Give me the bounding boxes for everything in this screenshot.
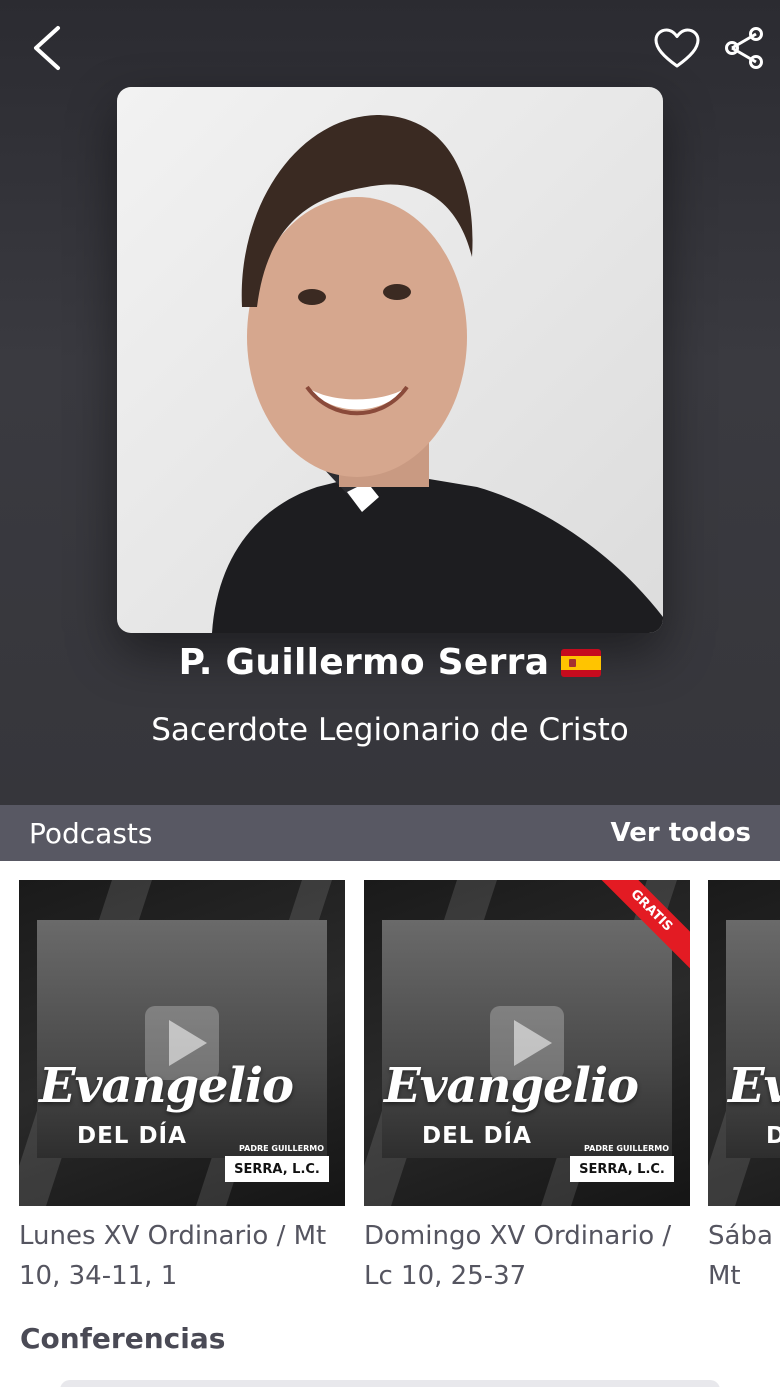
profile-name: P. Guillermo Serra [178, 642, 550, 683]
podcasts-section-title: Podcasts [29, 816, 153, 850]
podcasts-section-header: Podcasts Ver todos [0, 805, 780, 861]
chevron-left-icon [34, 26, 60, 70]
share-icon [725, 27, 763, 69]
podcast-title: Lunes XV Ordinario / Mt 10, 34-11, 1 [19, 1221, 327, 1291]
spain-flag-icon [561, 648, 602, 677]
cover-title: Evangelio [728, 1058, 780, 1114]
podcast-card[interactable]: Evangelio DEL DÍA PADRE GUILLERMO SERRA,… [364, 880, 690, 1296]
podcast-title: Domingo XV Ordinario / Lc 10, 25-37 [364, 1221, 672, 1291]
see-all-podcasts-link[interactable]: Ver todos [611, 818, 751, 848]
podcast-cover-image: Evangelio DEL DÍA [708, 880, 780, 1206]
back-button[interactable] [18, 18, 74, 78]
conference-card-peek[interactable] [60, 1380, 720, 1387]
favorite-button[interactable] [648, 20, 706, 76]
cover-padre-label: PADRE GUILLERMO [584, 1144, 669, 1153]
cover-serra-label: SERRA, L.C. [225, 1156, 329, 1182]
conferences-section-title: Conferencias [20, 1322, 226, 1355]
profile-name-row: P. Guillermo Serra [0, 642, 780, 683]
cover-padre-label: PADRE GUILLERMO [239, 1144, 324, 1153]
share-button[interactable] [716, 18, 772, 78]
cover-title: Evangelio [39, 1058, 294, 1114]
heart-outline-icon [654, 28, 700, 68]
profile-hero: P. Guillermo Serra Sacerdote Legionario … [0, 0, 780, 805]
podcast-cover-image: Evangelio DEL DÍA PADRE GUILLERMO SERRA,… [19, 880, 345, 1206]
podcast-card[interactable]: Evangelio DEL DÍA PADRE GUILLERMO SERRA,… [19, 880, 345, 1296]
cover-subtitle: DEL DÍA [766, 1123, 780, 1149]
cover-subtitle: DEL DÍA [422, 1123, 532, 1149]
podcasts-carousel[interactable]: Evangelio DEL DÍA PADRE GUILLERMO SERRA,… [0, 880, 780, 1300]
profile-subtitle: Sacerdote Legionario de Cristo [151, 712, 629, 748]
profile-photo [117, 87, 663, 633]
cover-serra-label: SERRA, L.C. [570, 1156, 674, 1182]
cover-title: Evangelio [384, 1058, 639, 1114]
podcast-card[interactable]: Evangelio DEL DÍA Sába Mt 10, [708, 880, 780, 1300]
priest-portrait-image [212, 115, 663, 633]
podcast-title: Sába Mt 10, [708, 1221, 773, 1291]
cover-subtitle: DEL DÍA [77, 1123, 187, 1149]
podcast-cover-image: Evangelio DEL DÍA PADRE GUILLERMO SERRA,… [364, 880, 690, 1206]
